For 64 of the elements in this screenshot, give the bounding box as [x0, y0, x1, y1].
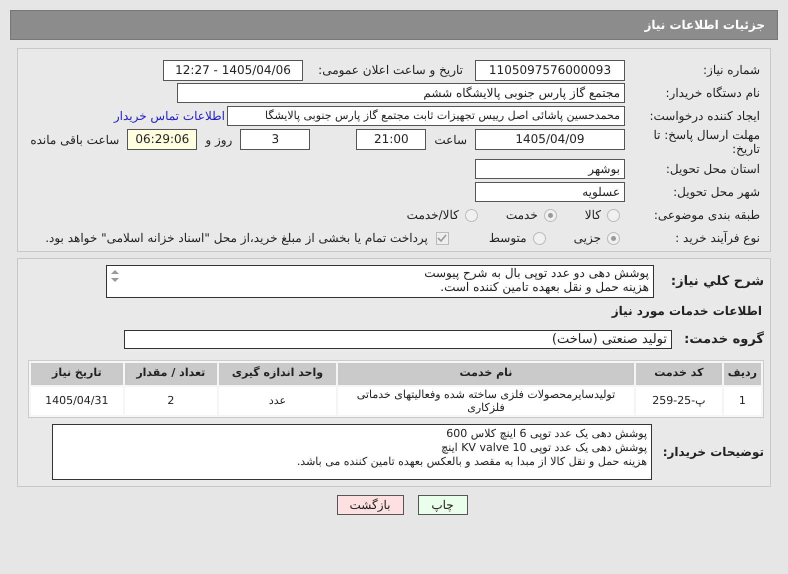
deadline-date-field: 1405/04/09	[475, 129, 625, 150]
deadline-time-field: 21:00	[356, 129, 426, 150]
radio-label: متوسط	[488, 230, 527, 247]
scroll-arrows-icon	[110, 269, 120, 283]
service-group-field: تولید صنعتی (ساخت)	[124, 330, 672, 350]
field-label: ساعت باقی مانده	[30, 132, 120, 148]
back-button[interactable]: بازگشت	[336, 494, 404, 514]
province-field: بوشهر	[475, 159, 625, 179]
field-label: استان محل تحویل:	[664, 161, 760, 178]
radio-button[interactable]	[607, 208, 620, 222]
radio-label: کالا	[584, 207, 601, 224]
field-label: ساعت	[434, 132, 467, 148]
field-label: نام دستگاه خریدار:	[664, 85, 760, 102]
field-label: نوع فرآیند خرید :	[674, 230, 760, 247]
table-cell: 1405/04/31	[31, 386, 123, 414]
radio-label: کالا/خدمت	[406, 207, 459, 224]
checkbox-label: پرداخت تمام یا بخشی از مبلغ خرید،از محل "اسناد خزانه اسلامی" خواهد بود.	[45, 230, 428, 247]
field-label: شماره نیاز:	[702, 62, 760, 79]
column-header: تعداد / مقدار	[124, 362, 217, 384]
requester-field: محمدحسین پاشائی اصل رییس تجهیزات ثابت مجتمع گاز پارس جنوبی پالایشگا	[227, 106, 625, 126]
buyer-notes-textarea[interactable]: پوشش دهی یک عدد توپی 6 اینچ کلاس 600 پوشش دهی یک عدد توپی 10 KV valve اینچ هزینه حمل و نقل کالا از مبدا به مقصد و بالعکس بعهده تامین کننده می باشد.	[52, 424, 652, 480]
treasury-checkbox[interactable]	[436, 232, 449, 244]
radio-button[interactable]	[464, 208, 478, 222]
radio-label: جزیی	[574, 230, 601, 247]
column-header: کد خدمت	[636, 362, 722, 384]
field-label: شهر محل تحویل:	[672, 184, 760, 201]
section-title: اطلاعات خدمات مورد نیاز	[612, 303, 762, 320]
radio-button[interactable]	[544, 208, 557, 222]
field-label: توضیحات خریدار:	[662, 444, 764, 460]
field-label: مهلت ارسال پاسخ: تا تاریخ:	[652, 128, 760, 156]
check-icon	[437, 233, 448, 243]
radio-button[interactable]	[607, 232, 620, 244]
field-label: گروه خدمت:	[683, 330, 764, 349]
table-cell: پ-25-259	[636, 386, 722, 414]
description-line: هزینه حمل و نقل بعهده تامین کننده است.	[440, 280, 649, 294]
description-textarea[interactable]: پوشش دهی دو عدد توپی بال به شرح پیوست هزینه حمل و نقل بعهده تامین کننده است.	[106, 265, 654, 298]
notes-line: پوشش دهی یک عدد توپی 6 اینچ کلاس 600	[446, 426, 647, 440]
description-line: پوشش دهی دو عدد توپی بال به شرح پیوست	[424, 266, 649, 280]
days-field: 3	[240, 129, 310, 150]
column-header: نام خدمت	[338, 362, 634, 384]
table-cell: 1	[724, 386, 761, 414]
buyer-field: مجتمع گاز پارس جنوبی پالایشگاه ششم	[177, 83, 625, 103]
page-title: جزئیات اطلاعات نیاز	[644, 17, 765, 34]
table-cell: تولیدسایرمحصولات فلزی ساخته شده وفعالیتهای خدماتی فلزکاری	[338, 386, 634, 414]
field-label: تاریخ و ساعت اعلان عمومی:	[317, 62, 463, 79]
field-label: طبقه بندی موضوعی:	[652, 207, 760, 224]
buyer-contact-link[interactable]: اطلاعات تماس خریدار	[114, 107, 225, 125]
radio-label: خدمت	[506, 207, 538, 224]
notes-line: پوشش دهی یک عدد توپی 10 KV valve اینچ	[441, 440, 647, 454]
notes-line: هزینه حمل و نقل کالا از مبدا به مقصد و بالعکس بعهده تامین کننده می باشد.	[296, 454, 647, 468]
print-button[interactable]: چاپ	[418, 494, 468, 514]
column-header: تاریخ نیاز	[31, 362, 123, 384]
need-number-field: 1105097576000093	[475, 60, 625, 80]
column-header: ردیف	[724, 362, 761, 384]
city-field: عسلویه	[475, 182, 625, 202]
remaining-time-field: 06:29:06	[127, 129, 198, 150]
field-label: شرح کلي نياز:	[670, 272, 764, 291]
table-cell: عدد	[219, 386, 336, 414]
radio-button[interactable]	[532, 232, 546, 244]
table-cell: 2	[124, 386, 217, 414]
field-label: روز و	[205, 132, 232, 148]
field-label: ایجاد کننده درخواست:	[648, 108, 760, 125]
announce-date-field: 1405/04/06 - 12:27	[163, 60, 303, 80]
column-header: واحد اندازه گیری	[219, 362, 336, 384]
